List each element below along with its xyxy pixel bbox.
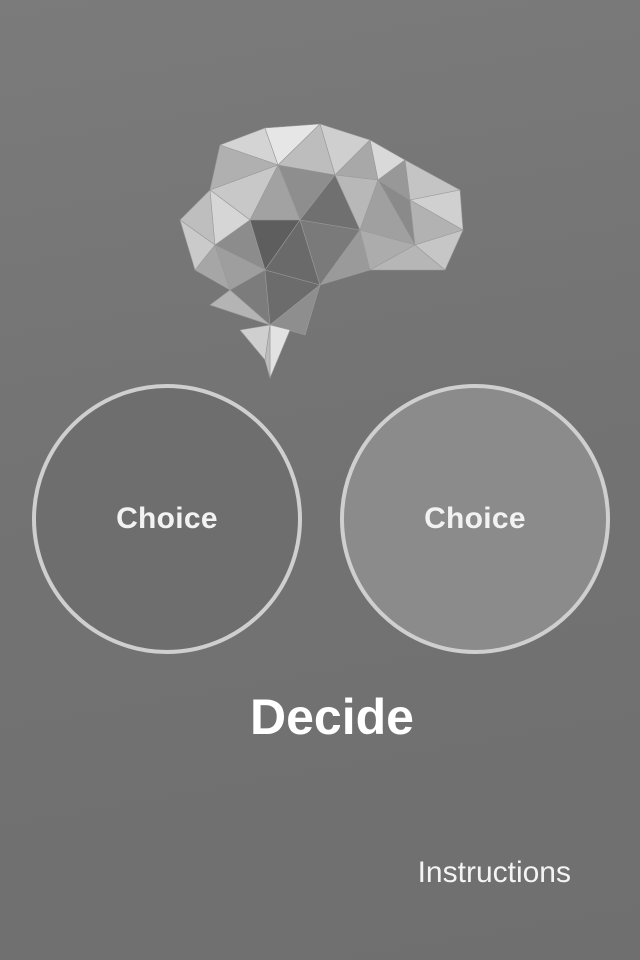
- choice-left-label: Choice: [116, 502, 218, 535]
- decide-button[interactable]: Decide: [0, 688, 640, 746]
- choice-right-button[interactable]: Choice: [340, 384, 610, 654]
- choice-right-label: Choice: [424, 502, 526, 535]
- brain-logo-icon: [179, 123, 464, 379]
- choice-left-button[interactable]: Choice: [32, 384, 302, 654]
- instructions-link[interactable]: Instructions: [418, 856, 571, 890]
